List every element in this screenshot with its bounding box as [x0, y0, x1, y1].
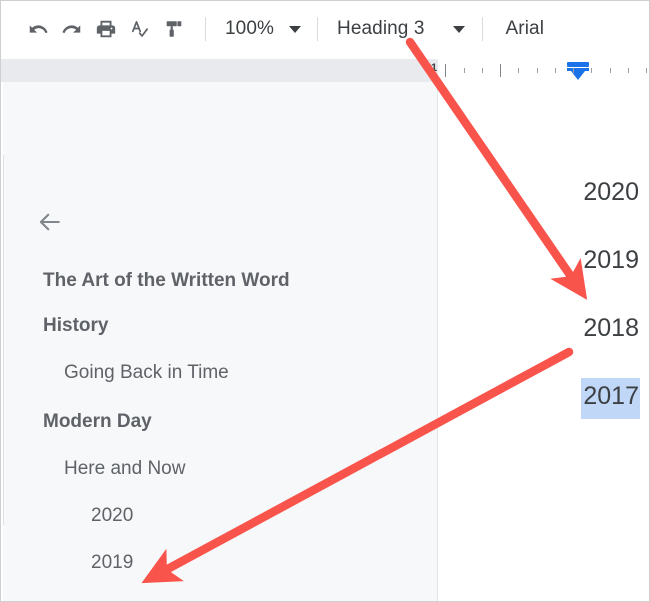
document-line[interactable]: 2020: [583, 178, 639, 207]
document-outline-panel: The Art of the Written Word History Going …: [1, 82, 438, 601]
redo-icon[interactable]: [55, 12, 89, 46]
font-family-control[interactable]: Arial: [483, 18, 545, 40]
document-line-selected[interactable]: 2017: [581, 378, 640, 419]
ruler-tick: [610, 68, 611, 73]
font-family-value: Arial: [505, 18, 545, 39]
zoom-chevron-down-icon[interactable]: [289, 25, 301, 33]
ruler-tick: [573, 68, 574, 73]
print-icon[interactable]: [89, 12, 123, 46]
ruler-tick: [500, 64, 501, 77]
ruler-tick: [555, 68, 556, 73]
document-line[interactable]: 2018: [583, 314, 639, 343]
outline-item[interactable]: 2019: [91, 552, 133, 574]
paragraph-style-control[interactable]: Heading 3: [318, 18, 482, 40]
outline-item[interactable]: The Art of the Written Word: [43, 270, 290, 292]
ruler-tick: [482, 68, 483, 73]
paragraph-style-value: Heading 3: [337, 18, 425, 39]
ruler-tick: [646, 68, 647, 73]
ruler-tick: [591, 68, 592, 73]
arrow-left-icon[interactable]: [34, 206, 66, 238]
ruler-tick: [537, 68, 538, 73]
paint-format-icon[interactable]: [157, 12, 191, 46]
outline-item[interactable]: 2020: [91, 505, 133, 527]
zoom-value: 100%: [225, 18, 274, 39]
style-chevron-down-icon[interactable]: [452, 25, 465, 33]
ruler-page-area: [438, 59, 649, 82]
undo-icon[interactable]: [21, 12, 55, 46]
spellcheck-icon[interactable]: [123, 12, 157, 46]
outline-item[interactable]: Here and Now: [64, 458, 185, 480]
ruler[interactable]: 1 (function(){ var r = document.getEleme…: [1, 58, 649, 82]
ruler-tick: [518, 68, 519, 73]
document-line[interactable]: 2019: [583, 246, 639, 275]
outline-tree-line: [3, 155, 4, 525]
ruler-tick: [445, 64, 446, 77]
ruler-tick: [628, 68, 629, 73]
zoom-control[interactable]: 100%: [206, 18, 317, 40]
outline-item[interactable]: History: [43, 315, 108, 337]
outline-item[interactable]: Modern Day: [43, 411, 152, 433]
ruler-number-label: 1: [431, 62, 438, 74]
toolbar: 100% Heading 3 Arial: [1, 1, 649, 57]
document-page[interactable]: 2020 2019 2018 2017: [439, 82, 649, 601]
app-window: 100% Heading 3 Arial 1 (function: [0, 0, 650, 602]
left-indent-marker[interactable]: [567, 62, 589, 80]
ruler-tick: [464, 68, 465, 73]
outline-item[interactable]: Going Back in Time: [64, 362, 229, 384]
